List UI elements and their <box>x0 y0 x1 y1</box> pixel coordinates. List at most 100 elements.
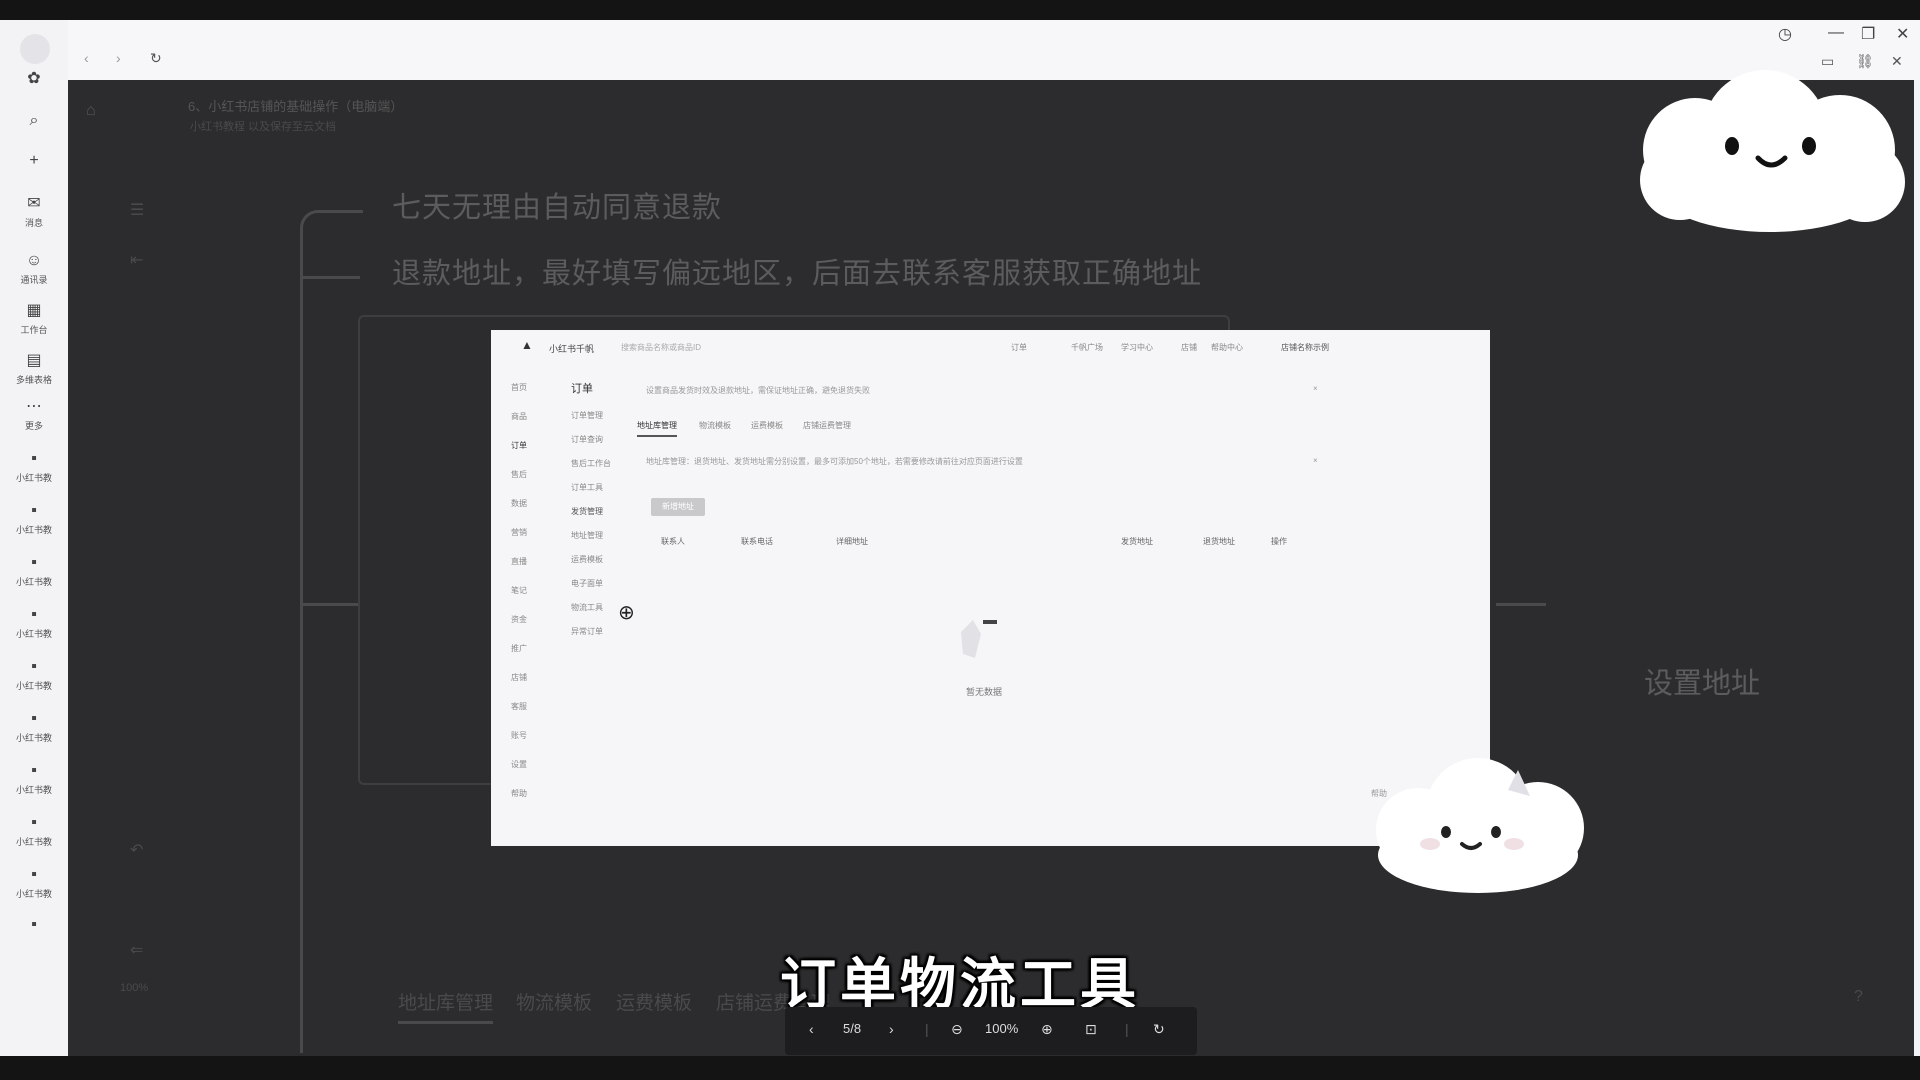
sub-nav-item[interactable]: 售后工作台 <box>571 458 611 469</box>
left-nav-item[interactable]: 推广 <box>511 643 555 654</box>
sub-nav-item[interactable]: 异常订单 <box>571 626 603 637</box>
left-nav-item[interactable]: 店铺 <box>511 672 555 683</box>
tab-logistics-template[interactable]: 物流模板 <box>699 420 731 431</box>
close-icon[interactable]: × <box>1313 456 1318 465</box>
window-icon[interactable]: ▭ <box>1821 53 1834 70</box>
sub-nav-item[interactable]: 订单管理 <box>571 410 603 421</box>
divider: | <box>1125 1021 1129 1037</box>
sidebar-item-label: 多维表格 <box>15 375 52 385</box>
collapse-icon[interactable]: ⇤ <box>130 250 143 270</box>
prev-page-button[interactable]: ‹ <box>809 1021 814 1037</box>
left-nav-item[interactable]: 订单 <box>511 440 555 451</box>
left-nav-item[interactable]: 账号 <box>511 730 555 741</box>
rotate-icon[interactable]: ↻ <box>1153 1021 1165 1038</box>
sub-nav-item[interactable]: 电子面单 <box>571 578 603 589</box>
column-header: 联系电话 <box>741 537 773 546</box>
app-logo[interactable]: ✿ <box>8 70 60 91</box>
sidebar-item-base[interactable]: ▤ 多维表格 <box>8 352 60 386</box>
account-name[interactable]: 店铺名称示例 <box>1281 342 1329 353</box>
sidebar-item-more[interactable]: ⋯ 更多 <box>8 398 60 432</box>
left-nav-item[interactable]: 帮助 <box>511 788 555 799</box>
left-nav-item[interactable]: 数据 <box>511 498 555 509</box>
home-icon[interactable]: ⌂ <box>86 102 96 120</box>
table-icon: ▤ <box>26 352 42 369</box>
zoom-percentage: 100% <box>985 1021 1019 1036</box>
sub-nav-item[interactable]: 运费模板 <box>571 554 603 565</box>
chat-icon: ✉ <box>27 195 41 212</box>
left-nav-item[interactable]: 设置 <box>511 759 555 770</box>
left-nav-item[interactable]: 资金 <box>511 614 555 625</box>
search-placeholder[interactable]: 搜索商品名称或商品ID <box>621 342 701 353</box>
nav-link[interactable]: 帮助中心 <box>1211 342 1243 353</box>
sub-nav-item[interactable]: 发货管理 <box>571 506 603 517</box>
fit-icon[interactable]: ⊡ <box>1085 1021 1097 1038</box>
embedded-screenshot[interactable]: ▲ 小红书千帆 搜索商品名称或商品ID 订单 千帆广场 学习中心 店铺 帮助中心… <box>491 330 1490 846</box>
sidebar-item-doc[interactable]: ▪ 小红书教 <box>8 814 60 848</box>
nav-link[interactable]: 店铺 <box>1181 342 1197 353</box>
close-icon[interactable]: × <box>1313 384 1318 393</box>
undo-icon[interactable]: ↶ <box>130 840 143 860</box>
nav-link[interactable]: 订单 <box>1011 342 1027 353</box>
column-header: 详细地址 <box>836 537 868 546</box>
sidebar-item-doc[interactable]: ▪ 小红书教 <box>8 606 60 640</box>
sub-nav-item[interactable]: 订单工具 <box>571 482 603 493</box>
sub-nav-item[interactable]: 订单查询 <box>571 434 603 445</box>
sidebar-item-doc[interactable]: ▪ 小红书教 <box>8 502 60 536</box>
cloud-sticker <box>1376 758 1584 893</box>
left-nav-item[interactable]: 营销 <box>511 527 555 538</box>
search-button[interactable]: ⌕ <box>8 112 60 133</box>
close-tab-icon[interactable]: ✕ <box>1891 53 1903 70</box>
left-nav-item[interactable]: 客服 <box>511 701 555 712</box>
left-nav-item[interactable]: 售后 <box>511 469 555 480</box>
outline-icon[interactable]: ☰ <box>130 200 144 220</box>
add-button[interactable]: + <box>8 152 60 173</box>
reload-button[interactable]: ↻ <box>150 50 162 67</box>
doc-icon: ▪ <box>31 916 37 933</box>
sidebar-item-workspace[interactable]: ▦ 工作台 <box>8 302 60 336</box>
sidebar-item-doc[interactable]: ▪ 小红书教 <box>8 710 60 744</box>
mindmap-node[interactable]: 七天无理由自动同意退款 <box>392 184 722 226</box>
sidebar-item-label: 小红书教 <box>15 681 52 691</box>
info-alert: 地址库管理：退货地址、发货地址需分别设置，最多可添加50个地址，若需要修改请前往… <box>646 457 1023 466</box>
left-nav-item[interactable]: 首页 <box>511 382 555 393</box>
close-icon[interactable]: ✕ <box>1896 24 1909 44</box>
sidebar-item-contacts[interactable]: ☺ 通讯录 <box>8 252 60 286</box>
tab-freight-template[interactable]: 运费模板 <box>751 420 783 431</box>
cloud-sticker <box>1640 70 1905 232</box>
add-address-button[interactable]: 新增地址 <box>651 498 705 516</box>
nav-link[interactable]: 学习中心 <box>1121 342 1153 353</box>
doc-icon: ▪ <box>31 502 37 519</box>
zoom-in-icon[interactable]: ⊕ <box>1041 1021 1053 1038</box>
sidebar-item-doc[interactable]: ▪ 小红书教 <box>8 554 60 588</box>
sidebar-item-doc[interactable]: ▪ 小红书教 <box>8 658 60 692</box>
sidebar-item-doc[interactable]: ▪ 小红书教 <box>8 762 60 796</box>
doc-subtitle: 小红书教程 以及保存至云文档 <box>190 121 337 133</box>
doc-icon: ▪ <box>31 450 37 467</box>
link-icon[interactable]: ⛓ <box>1856 53 1874 70</box>
nav-link[interactable]: 千帆广场 <box>1071 342 1103 353</box>
avatar[interactable] <box>20 34 50 64</box>
tab-shop-freight[interactable]: 店铺运费管理 <box>803 420 851 431</box>
tab-address-lib[interactable]: 地址库管理 <box>637 420 677 437</box>
forward-button[interactable]: › <box>116 50 121 66</box>
history-icon[interactable]: ◷ <box>1778 24 1792 44</box>
left-nav-item[interactable]: 商品 <box>511 411 555 422</box>
sidebar-item-doc[interactable]: ▪ 小红书教 <box>8 450 60 484</box>
mindmap-node[interactable]: 设置地址 <box>1644 660 1760 702</box>
mindmap-node[interactable]: 退款地址，最好填写偏远地区，后面去联系客服获取正确地址 <box>392 250 1202 292</box>
left-nav-item[interactable]: 直播 <box>511 556 555 567</box>
sub-nav-item[interactable]: 地址管理 <box>571 530 603 541</box>
empty-state-text: 暂无数据 <box>966 687 1003 697</box>
zoom-out-icon[interactable]: ⊖ <box>951 1021 963 1038</box>
sidebar-item-doc[interactable]: ▪ 小红书教 <box>8 866 60 900</box>
sidebar-item-label: 小红书教 <box>15 733 52 743</box>
back-button[interactable]: ‹ <box>84 50 89 66</box>
sub-nav-item[interactable]: 物流工具 <box>571 602 603 613</box>
restore-icon[interactable]: ❐ <box>1861 24 1875 44</box>
next-page-button[interactable]: › <box>889 1021 894 1037</box>
minimize-icon[interactable]: — <box>1828 24 1844 42</box>
mindmap-connector <box>300 603 360 606</box>
left-nav-item[interactable]: 笔记 <box>511 585 555 596</box>
sidebar-item-messages[interactable]: ✉ 消息 <box>8 195 60 229</box>
more-icon: ⋯ <box>26 398 42 415</box>
